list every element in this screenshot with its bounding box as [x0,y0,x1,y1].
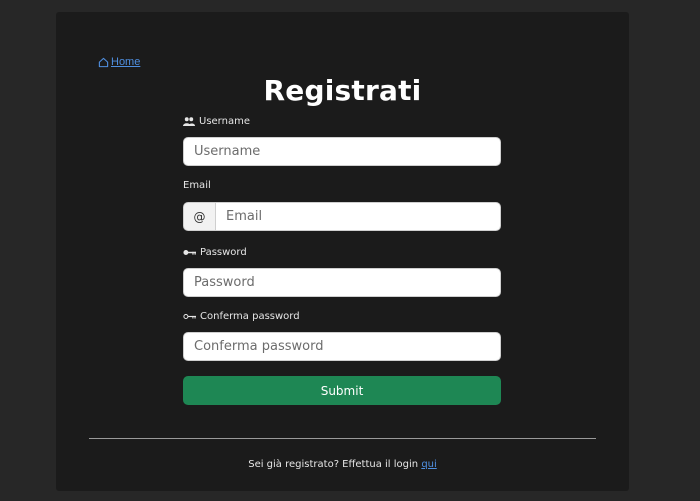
footer-divider [89,438,596,439]
login-prompt-text: Sei già registrato? Effettua il login [248,459,419,470]
password-input[interactable] [183,268,501,297]
username-label: Username [183,116,250,127]
page-title: Registrati [263,74,422,107]
home-link-label: Home [111,56,141,68]
login-link[interactable]: qui [421,459,436,470]
registration-panel: Home Registrati Username Email @ [56,12,629,491]
home-icon [98,57,109,68]
key-outline-icon [183,313,196,320]
username-input[interactable] [183,137,501,166]
home-link[interactable]: Home [98,56,140,68]
submit-button[interactable]: Submit [183,376,501,405]
email-input[interactable] [215,202,501,231]
confirm-password-label-text: Conferma password [200,311,300,322]
username-label-text: Username [199,116,250,127]
confirm-password-input[interactable] [183,332,501,361]
at-sign-addon: @ [183,202,215,231]
key-icon [183,249,196,256]
login-prompt: Sei già registrato? Effettua il login qu… [56,459,629,470]
password-label: Password [183,247,247,258]
email-label: Email [183,180,211,191]
email-input-group: @ [183,202,501,231]
email-label-text: Email [183,180,211,191]
users-icon [183,117,195,126]
confirm-password-label: Conferma password [183,311,300,322]
password-label-text: Password [200,247,247,258]
